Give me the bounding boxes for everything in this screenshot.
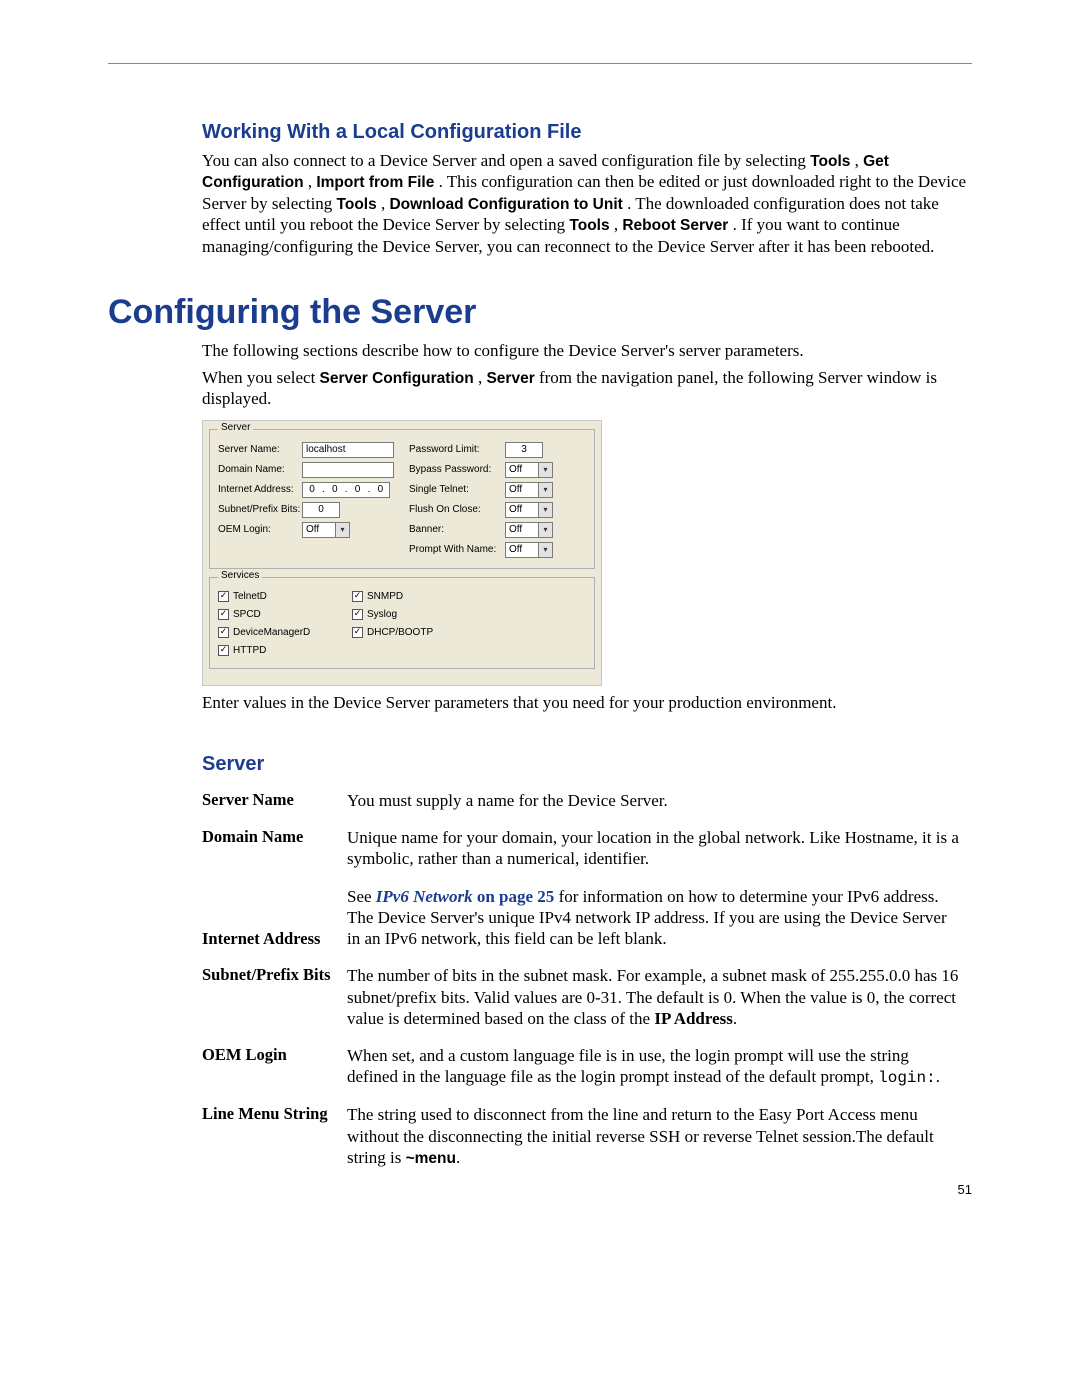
login-prompt-code: login: bbox=[878, 1069, 936, 1087]
services-fieldset: Services TelnetD SPCD DeviceManagerD HTT… bbox=[209, 577, 595, 669]
checkbox-httpd[interactable] bbox=[218, 645, 229, 656]
chevron-down-icon[interactable] bbox=[539, 542, 553, 558]
single-telnet-select[interactable]: Off bbox=[505, 482, 553, 498]
intro-para-2: When you select Server Configuration , S… bbox=[202, 367, 972, 410]
label-flush-on-close: Flush On Close: bbox=[409, 504, 505, 515]
checkbox-spcd[interactable] bbox=[218, 609, 229, 620]
chevron-down-icon[interactable] bbox=[539, 502, 553, 518]
label-server-name: Server Name: bbox=[218, 444, 302, 455]
chevron-down-icon[interactable] bbox=[539, 522, 553, 538]
table-row: Line Menu String The string used to disc… bbox=[202, 1096, 972, 1176]
param-label: Subnet/Prefix Bits bbox=[202, 957, 347, 1037]
banner-select[interactable]: Off bbox=[505, 522, 553, 538]
param-desc: The string used to disconnect from the l… bbox=[347, 1096, 972, 1176]
table-row: OEM Login When set, and a custom languag… bbox=[202, 1037, 972, 1096]
oem-login-select[interactable]: Off bbox=[302, 522, 350, 538]
page-title: Configuring the Server bbox=[108, 293, 972, 332]
param-desc: When set, and a custom language file is … bbox=[347, 1037, 972, 1096]
server-subheading: Server bbox=[202, 753, 972, 776]
ipv6-network-link[interactable]: IPv6 Network bbox=[376, 887, 473, 906]
param-label: Internet Address bbox=[202, 878, 347, 958]
after-shot-para: Enter values in the Device Server parame… bbox=[202, 692, 972, 713]
table-row: Domain Name Unique name for your domain,… bbox=[202, 819, 972, 878]
param-label: Line Menu String bbox=[202, 1096, 347, 1176]
label-prompt-with-name: Prompt With Name: bbox=[409, 544, 505, 555]
subnet-bits-input[interactable] bbox=[302, 502, 340, 518]
param-label: Server Name bbox=[202, 782, 347, 819]
checkbox-devicemanagerd[interactable] bbox=[218, 627, 229, 638]
service-label: SNMPD bbox=[367, 591, 403, 602]
label-domain-name: Domain Name: bbox=[218, 464, 302, 475]
server-config-dialog: Server Server Name: Domain Name: Interne… bbox=[202, 420, 602, 686]
domain-name-input[interactable] bbox=[302, 462, 394, 478]
label-bypass-password: Bypass Password: bbox=[409, 464, 505, 475]
checkbox-telnetd[interactable] bbox=[218, 591, 229, 602]
service-label: TelnetD bbox=[233, 591, 267, 602]
checkbox-dhcp-bootp[interactable] bbox=[352, 627, 363, 638]
subheading-working-with-local-config: Working With a Local Configuration File bbox=[202, 121, 972, 144]
param-desc: Unique name for your domain, your locati… bbox=[347, 819, 972, 878]
param-label: Domain Name bbox=[202, 819, 347, 878]
label-subnet-bits: Subnet/Prefix Bits: bbox=[218, 504, 302, 515]
para-working-with-local: You can also connect to a Device Server … bbox=[202, 150, 972, 257]
service-label: HTTPD bbox=[233, 645, 266, 656]
service-label: DeviceManagerD bbox=[233, 627, 310, 638]
label-oem-login: OEM Login: bbox=[218, 524, 302, 535]
intro-para-1: The following sections describe how to c… bbox=[202, 340, 972, 361]
table-row: Subnet/Prefix Bits The number of bits in… bbox=[202, 957, 972, 1037]
label-internet-address: Internet Address: bbox=[218, 484, 302, 495]
flush-on-close-select[interactable]: Off bbox=[505, 502, 553, 518]
service-label: SPCD bbox=[233, 609, 261, 620]
server-fieldset: Server Server Name: Domain Name: Interne… bbox=[209, 429, 595, 569]
param-desc: See IPv6 Network on page 25 for informat… bbox=[347, 878, 972, 958]
label-single-telnet: Single Telnet: bbox=[409, 484, 505, 495]
service-label: DHCP/BOOTP bbox=[367, 627, 433, 638]
header-rule bbox=[108, 63, 972, 81]
checkbox-syslog[interactable] bbox=[352, 609, 363, 620]
chevron-down-icon[interactable] bbox=[539, 482, 553, 498]
chevron-down-icon[interactable] bbox=[539, 462, 553, 478]
label-password-limit: Password Limit: bbox=[409, 444, 505, 455]
server-legend: Server bbox=[218, 422, 253, 433]
checkbox-snmpd[interactable] bbox=[352, 591, 363, 602]
server-name-input[interactable] bbox=[302, 442, 394, 458]
service-label: Syslog bbox=[367, 609, 397, 620]
page-number: 51 bbox=[958, 1182, 972, 1197]
password-limit-input[interactable] bbox=[505, 442, 543, 458]
table-row: Internet Address See IPv6 Network on pag… bbox=[202, 878, 972, 958]
param-label: OEM Login bbox=[202, 1037, 347, 1096]
table-row: Server Name You must supply a name for t… bbox=[202, 782, 972, 819]
label-banner: Banner: bbox=[409, 524, 505, 535]
server-params-table: Server Name You must supply a name for t… bbox=[202, 782, 972, 1176]
param-desc: You must supply a name for the Device Se… bbox=[347, 782, 972, 819]
param-desc: The number of bits in the subnet mask. F… bbox=[347, 957, 972, 1037]
services-legend: Services bbox=[218, 570, 262, 581]
bypass-password-select[interactable]: Off bbox=[505, 462, 553, 478]
ip-address-input[interactable]: 0. 0. 0. 0 bbox=[302, 482, 390, 498]
prompt-with-name-select[interactable]: Off bbox=[505, 542, 553, 558]
chevron-down-icon[interactable] bbox=[336, 522, 350, 538]
